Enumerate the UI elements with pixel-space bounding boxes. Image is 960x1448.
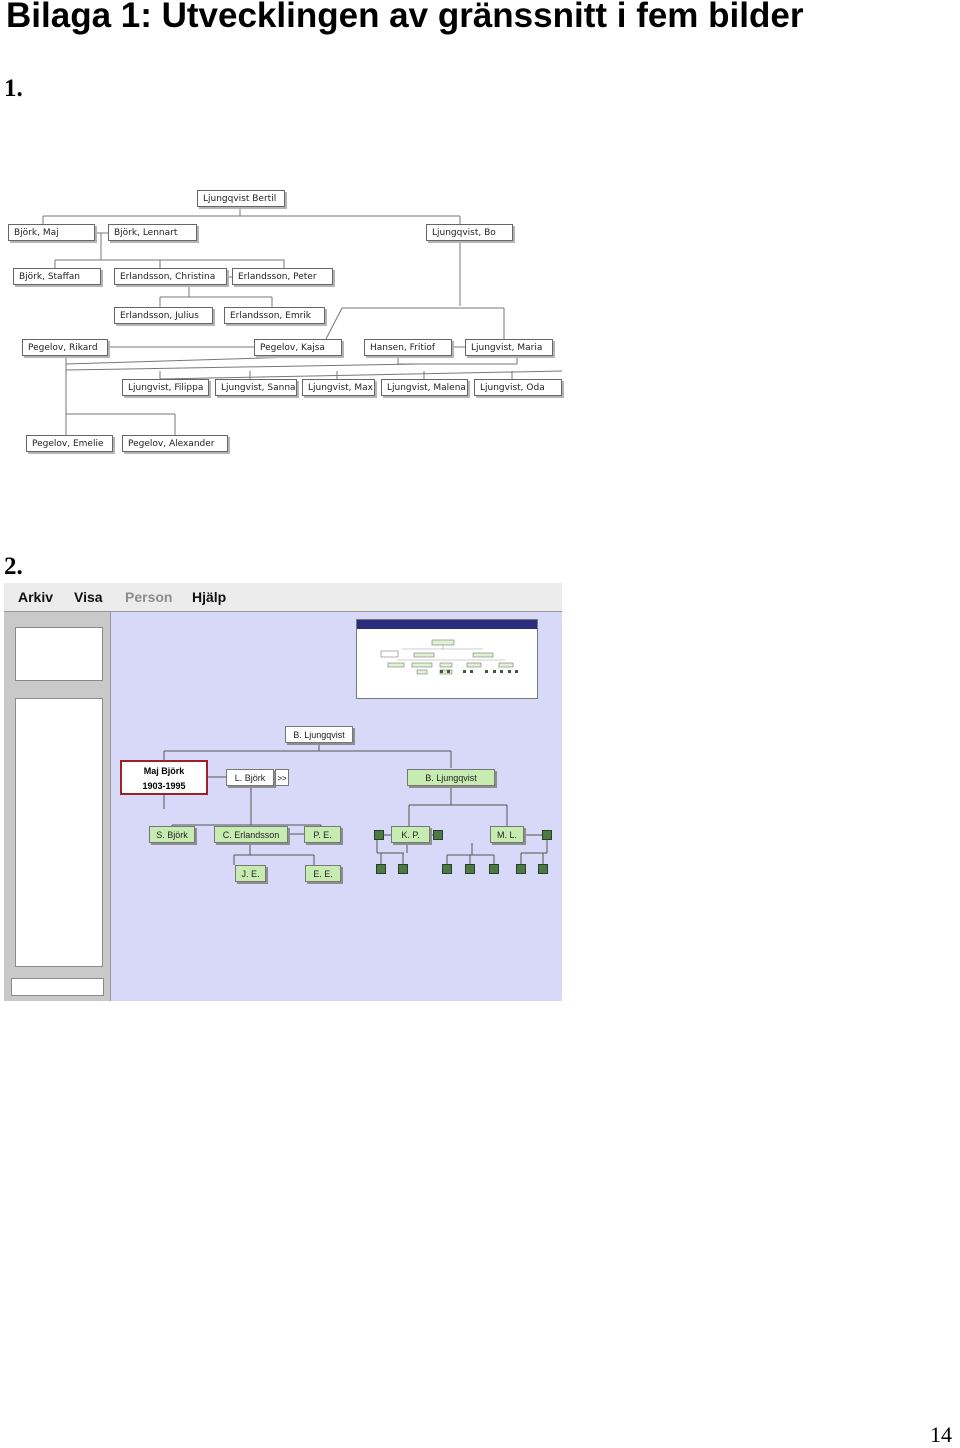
person-node: Ljungvist, Malena	[381, 379, 468, 396]
selected-person-name: Maj Björk	[143, 766, 185, 776]
person-node-ml[interactable]: M. L.	[490, 826, 524, 843]
person-node: Ljungvist, Max	[302, 379, 375, 396]
person-node-ee[interactable]: E. E.	[305, 865, 341, 882]
collapsed-person-node[interactable]	[465, 864, 475, 874]
person-node: Björk, Lennart	[108, 224, 197, 241]
collapsed-person-node[interactable]	[542, 830, 552, 840]
figure-1-family-tree: Ljungqvist Bertil Björk, Maj Björk, Lenn…	[0, 180, 564, 460]
collapsed-person-node[interactable]	[538, 864, 548, 874]
expand-spouses-button[interactable]: >>	[275, 769, 289, 786]
tree-canvas[interactable]: B. Ljungqvist Maj Björk 1903-1995 L. Bjö…	[111, 612, 562, 1001]
menu-hjalp[interactable]: Hjälp	[192, 589, 226, 605]
menu-arkiv[interactable]: Arkiv	[18, 589, 53, 605]
page-number: 14	[930, 1422, 952, 1447]
menu-person[interactable]: Person	[125, 589, 172, 605]
person-list[interactable]	[15, 698, 103, 967]
person-node: Ljungqvist Bertil	[197, 190, 285, 207]
collapsed-person-node[interactable]	[376, 864, 386, 874]
person-node: Ljungvist, Filippa	[122, 379, 209, 396]
person-node-root[interactable]: B. Ljungqvist	[285, 726, 353, 743]
person-node: Ljungvist, Oda	[474, 379, 562, 396]
collapsed-person-node[interactable]	[374, 830, 384, 840]
person-node-c-erlandsson[interactable]: C. Erlandsson	[214, 826, 288, 843]
tree-connectors	[163, 743, 548, 865]
person-node: Björk, Staffan	[13, 268, 101, 285]
collapsed-person-node[interactable]	[398, 864, 408, 874]
search-input[interactable]	[11, 978, 104, 996]
person-node: Ljungvist, Sanna	[215, 379, 297, 396]
person-node: Björk, Maj	[8, 224, 95, 241]
person-node: Ljungqvist, Bo	[426, 224, 513, 241]
selected-person-years: 1903-1995	[142, 781, 186, 791]
collapsed-person-node[interactable]	[516, 864, 526, 874]
selected-person-card[interactable]: Maj Björk 1903-1995	[120, 760, 208, 795]
menu-bar: Arkiv Visa Person Hjälp	[4, 583, 562, 612]
person-info-box	[15, 627, 103, 681]
collapsed-person-node[interactable]	[442, 864, 452, 874]
collapsed-person-node[interactable]	[489, 864, 499, 874]
person-node-b-ljungqvist[interactable]: B. Ljungqvist	[407, 769, 495, 786]
person-node: Erlandsson, Julius	[114, 307, 213, 324]
app-window: Arkiv Visa Person Hjälp B. Ljungqvist Ma…	[4, 583, 562, 1001]
person-node: Ljungvist, Maria	[465, 339, 553, 356]
person-node-je[interactable]: J. E.	[235, 865, 266, 882]
person-node: Erlandsson, Emrik	[224, 307, 325, 324]
person-node: Pegelov, Alexander	[122, 435, 228, 452]
person-node: Pegelov, Rikard	[22, 339, 108, 356]
person-node: Pegelov, Emelie	[26, 435, 113, 452]
figure-1-label: 1.	[4, 75, 23, 102]
figure-2-label: 2.	[4, 553, 23, 580]
person-node-s-bjork[interactable]: S. Björk	[149, 826, 195, 843]
person-node-kp[interactable]: K. P.	[391, 826, 430, 843]
left-panel	[4, 612, 111, 1001]
collapsed-person-node[interactable]	[433, 830, 443, 840]
menu-visa[interactable]: Visa	[74, 589, 103, 605]
page-title: Bilaga 1: Utvecklingen av gränssnitt i f…	[6, 0, 804, 35]
person-node-l-bjork[interactable]: L. Björk	[226, 769, 274, 786]
person-node: Hansen, Fritiof	[364, 339, 452, 356]
person-node: Erlandsson, Peter	[232, 268, 333, 285]
person-node-pe[interactable]: P. E.	[304, 826, 341, 843]
person-node: Pegelov, Kajsa	[254, 339, 342, 356]
person-node: Erlandsson, Christina	[114, 268, 227, 285]
